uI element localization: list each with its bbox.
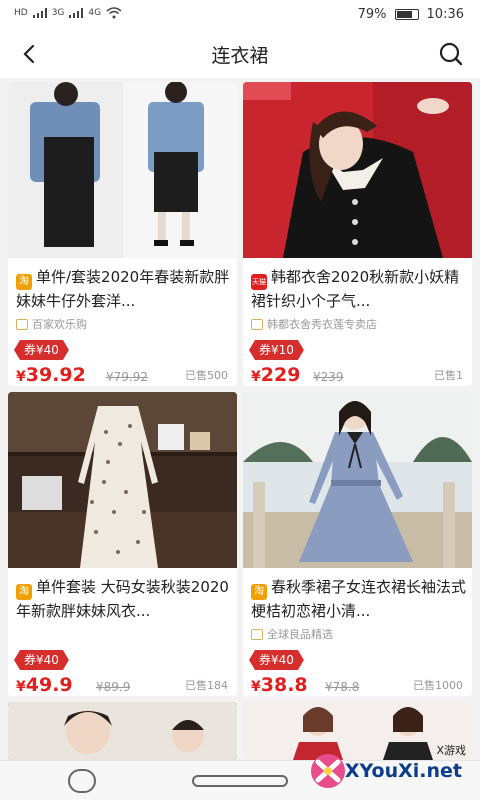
product-grid: 淘单件/套装2020年春装新款胖妹妹牛仔外套洋... 百家欢乐购 券¥40 ¥3… (0, 78, 480, 760)
product-title-text: 春秋季裙子女连衣裙长袖法式梗桔初恋裙小清... (251, 578, 466, 620)
shop-icon (251, 318, 263, 330)
shop-icon (16, 318, 28, 330)
original-price: ¥89.9 (96, 680, 131, 694)
price-value: 38.8 (260, 674, 308, 696)
product-card[interactable]: 天猫 韩都衣舍2020秋新款小妖精裙针织小个子气... 韩都衣舍秀衣莲专卖店 券¥… (243, 82, 472, 386)
search-icon[interactable] (436, 39, 466, 69)
network-4g-label: 4G (88, 8, 102, 18)
taobao-badge-icon: 淘 (16, 584, 32, 600)
product-title-text: 韩都衣舍2020秋新款小妖精裙针织小个子气... (251, 268, 460, 310)
price-row: ¥38.8 ¥78.8 已售1000 (251, 672, 471, 696)
price-row: ¥49.9 ¥89.9 已售184 (16, 672, 236, 696)
shop-icon (251, 628, 263, 640)
network-3g-label: 3G (51, 8, 65, 18)
price: ¥49.9 (16, 674, 73, 696)
product-title[interactable]: 淘单件/套装2020年春装新款胖妹妹牛仔外套洋... (16, 266, 231, 312)
product-image-floral-dress (8, 392, 237, 568)
product-title[interactable]: 天猫 韩都衣舍2020秋新款小妖精裙针织小个子气... (251, 266, 466, 312)
product-image-knit-dress (243, 82, 472, 258)
sold-count: 已售1000 (413, 679, 463, 692)
price: ¥39.92 (16, 364, 86, 386)
coupon-badge[interactable]: 券¥40 (14, 340, 69, 360)
status-bar: HD 3G 4G 79% 10:36 (0, 0, 480, 30)
watermark-logo-icon (311, 754, 345, 788)
shop-name[interactable]: 全球良品精选 (251, 626, 333, 642)
signal-icon-2 (69, 8, 84, 18)
coupon-badge[interactable]: 券¥40 (249, 650, 304, 670)
signal-indicators: HD 3G 4G (14, 7, 122, 19)
wifi-icon (106, 7, 122, 19)
product-card[interactable] (8, 702, 237, 760)
shop-name[interactable]: 百家欢乐购 (16, 316, 87, 332)
battery-icon (394, 9, 419, 20)
product-title[interactable]: 淘春秋季裙子女连衣裙长袖法式梗桔初恋裙小清... (251, 576, 466, 622)
coupon-badge[interactable]: 券¥40 (14, 650, 69, 670)
shop-name[interactable]: 韩都衣舍秀衣莲专卖店 (251, 316, 377, 332)
tmall-badge-icon: 天猫 (251, 274, 267, 290)
nav-bar: 连衣裙 (0, 30, 480, 78)
price-value: 39.92 (25, 364, 86, 386)
price: ¥38.8 (251, 674, 308, 696)
original-price: ¥239 (313, 370, 344, 384)
product-image-denim-dress (8, 82, 237, 258)
hd-label: HD (14, 8, 28, 18)
price-row: ¥39.92 ¥79.92 已售500 (16, 362, 236, 386)
product-card[interactable]: 淘单件套装 大码女装秋装2020年新款胖妹妹风衣... 券¥40 ¥49.9 ¥… (8, 392, 237, 696)
watermark-tag: X游戏 (436, 744, 466, 757)
price-value: 49.9 (25, 674, 73, 696)
shop-name-text: 全球良品精选 (267, 628, 333, 641)
currency-symbol: ¥ (251, 679, 261, 695)
taobao-badge-icon: 淘 (16, 274, 32, 290)
product-card[interactable]: 淘春秋季裙子女连衣裙长袖法式梗桔初恋裙小清... 全球良品精选 券¥40 ¥38… (243, 392, 472, 696)
currency-symbol: ¥ (16, 679, 26, 695)
price-value: 229 (260, 364, 301, 386)
coupon-badge[interactable]: 券¥10 (249, 340, 304, 360)
product-title-text: 单件套装 大码女装秋装2020年新款胖妹妹风衣... (16, 578, 229, 620)
product-card[interactable]: 淘单件/套装2020年春装新款胖妹妹牛仔外套洋... 百家欢乐购 券¥40 ¥3… (8, 82, 237, 386)
price-row: ¥229 ¥239 已售1 (251, 362, 471, 386)
clock: 10:36 (426, 7, 464, 22)
home-gesture-bar[interactable] (192, 775, 288, 787)
product-title[interactable]: 淘单件套装 大码女装秋装2020年新款胖妹妹风衣... (16, 576, 231, 622)
product-image-kids-clothing (8, 702, 237, 760)
page-title: 连衣裙 (211, 45, 269, 67)
taobao-badge-icon: 淘 (251, 584, 267, 600)
product-title-text: 单件/套装2020年春装新款胖妹妹牛仔外套洋... (16, 268, 230, 310)
sold-count: 已售1 (434, 369, 463, 382)
original-price: ¥79.92 (106, 370, 148, 384)
app-switch-icon[interactable] (68, 769, 96, 793)
battery-percent: 79% (357, 7, 387, 22)
watermark: X游戏 XYouXi.net (294, 736, 472, 796)
currency-symbol: ¥ (16, 369, 26, 385)
watermark-text: XYouXi.net (344, 760, 462, 782)
shop-name-text: 百家欢乐购 (32, 318, 87, 331)
signal-icon (32, 8, 47, 18)
currency-symbol: ¥ (251, 369, 261, 385)
product-image-blue-dress (243, 392, 472, 568)
sold-count: 已售500 (185, 369, 228, 382)
original-price: ¥78.8 (325, 680, 360, 694)
price: ¥229 (251, 364, 300, 386)
status-right: 79% 10:36 (358, 7, 464, 22)
sold-count: 已售184 (185, 679, 228, 692)
shop-name-text: 韩都衣舍秀衣莲专卖店 (267, 318, 377, 331)
